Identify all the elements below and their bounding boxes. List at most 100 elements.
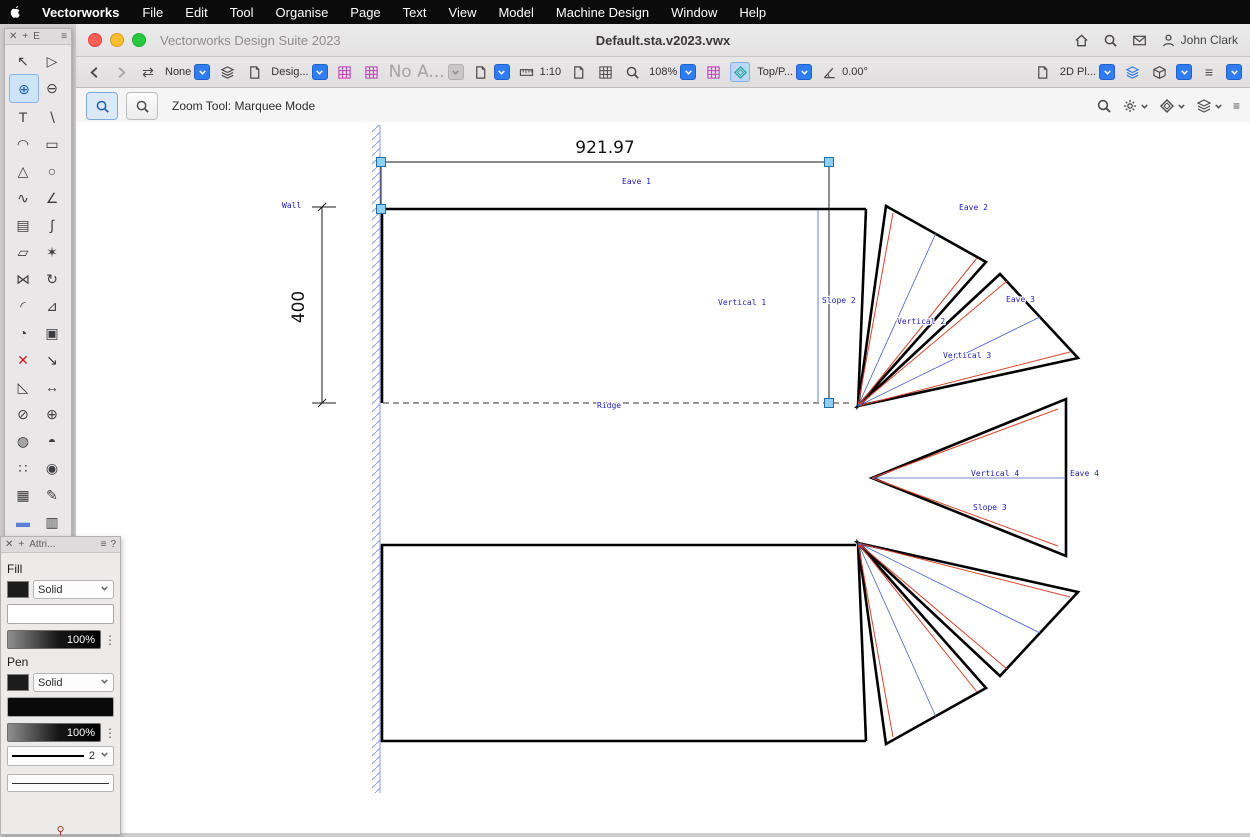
chevron-down-icon[interactable]: [680, 64, 696, 80]
home-icon[interactable]: [1074, 33, 1089, 48]
label-wall[interactable]: Wall: [282, 201, 301, 210]
pen-opacity-options-icon[interactable]: ⋮: [104, 726, 114, 740]
construction-lines[interactable]: [818, 210, 1066, 717]
clip-tool[interactable]: ⊘: [9, 400, 37, 427]
wall-line[interactable]: [372, 125, 380, 793]
polyline-tool[interactable]: ∠: [38, 184, 66, 211]
height-dimension[interactable]: [312, 203, 336, 407]
label-vertical2[interactable]: Vertical 2: [897, 317, 945, 326]
layer-options-button[interactable]: [244, 62, 264, 82]
apple-menu[interactable]: [0, 5, 30, 19]
viewport-selector[interactable]: [471, 62, 510, 82]
menu-item[interactable]: Text: [392, 5, 438, 20]
drawing-canvas[interactable]: 921.97 400 Eave 1 Wall Vertical 1 Slope …: [76, 122, 1250, 833]
spline-tool[interactable]: ∫: [38, 211, 66, 238]
zoom-window-button[interactable]: [132, 33, 146, 47]
move-tool[interactable]: ↘: [38, 346, 66, 373]
palette-menu-icon[interactable]: ≡: [61, 31, 67, 42]
mail-icon[interactable]: [1132, 33, 1147, 48]
texture-options-control[interactable]: [1159, 98, 1186, 114]
pen-color-well[interactable]: [7, 697, 114, 717]
selection-handle[interactable]: [825, 399, 834, 408]
navigation-cube-button[interactable]: [1149, 62, 1169, 82]
unified-view-button[interactable]: [730, 62, 750, 82]
fill-opacity-slider[interactable]: 100%: [7, 630, 101, 649]
chevron-down-icon[interactable]: [796, 64, 812, 80]
plan-rotation-button[interactable]: [703, 62, 723, 82]
attribute-selector[interactable]: No A...: [389, 62, 464, 82]
viewport-button[interactable]: [471, 62, 491, 82]
move-icon[interactable]: +: [18, 539, 24, 550]
gable-panel-outline[interactable]: [872, 399, 1066, 556]
sphere-tool[interactable]: ◉: [38, 454, 66, 481]
rectangle-tool[interactable]: ▭: [38, 130, 66, 157]
dimension-height-text[interactable]: 400: [289, 291, 309, 323]
chevron-down-icon[interactable]: [448, 64, 464, 80]
label-ridge[interactable]: Ridge: [597, 401, 621, 410]
minimize-window-button[interactable]: [110, 33, 124, 47]
protractor-tool[interactable]: ◺: [9, 373, 37, 400]
selection-handle[interactable]: [377, 205, 386, 214]
slab-tool[interactable]: ▬: [9, 508, 37, 535]
chevron-down-icon[interactable]: [1099, 64, 1115, 80]
menu-item[interactable]: Tool: [219, 5, 265, 20]
fill-style-dropdown[interactable]: Solid: [33, 580, 114, 599]
class-selector[interactable]: None: [165, 64, 210, 80]
center-point-tool[interactable]: ⊕: [38, 400, 66, 427]
label-eave3[interactable]: Eave 3: [1006, 295, 1035, 304]
selection-wand-tool[interactable]: ✶: [38, 238, 66, 265]
fill-color-well[interactable]: [7, 604, 114, 624]
move-icon[interactable]: +: [22, 31, 28, 42]
pan-zoom-mode-button[interactable]: [126, 92, 158, 120]
chevron-down-icon[interactable]: [194, 64, 210, 80]
polygon-tool[interactable]: △: [9, 157, 37, 184]
fold-lines[interactable]: [858, 213, 1070, 737]
globe-tool[interactable]: ◍: [9, 427, 37, 454]
fill-opacity-options-icon[interactable]: ⋮: [104, 633, 114, 647]
chevron-down-icon[interactable]: [1226, 64, 1242, 80]
fillet-tool[interactable]: ◜: [9, 292, 37, 319]
menu-item-app[interactable]: Vectorworks: [30, 5, 131, 20]
space-styles-button[interactable]: [362, 62, 382, 82]
fit-to-objects-button[interactable]: [595, 62, 615, 82]
dome-tool[interactable]: ◓: [38, 427, 66, 454]
rotation-angle-control[interactable]: 0.00°: [819, 62, 868, 82]
selection-tool[interactable]: ↖: [9, 47, 37, 74]
line-style-control[interactable]: [7, 774, 114, 792]
design-layer-selector[interactable]: Desig...: [271, 64, 327, 80]
drawing-area[interactable]: 921.97 400 Eave 1 Wall Vertical 1 Slope …: [76, 122, 1250, 833]
label-vertical1[interactable]: Vertical 1: [718, 298, 766, 307]
line-weight-control[interactable]: 2: [7, 746, 114, 766]
menu-item[interactable]: File: [131, 5, 174, 20]
help-icon[interactable]: ?: [110, 539, 116, 550]
layer-scale-control[interactable]: 1:10: [517, 62, 561, 82]
arc-tool[interactable]: ◠: [9, 130, 37, 157]
close-icon[interactable]: ✕: [5, 539, 13, 550]
lower-roof-outline[interactable]: [382, 543, 1078, 744]
chevron-down-icon[interactable]: [494, 64, 510, 80]
design-layers-button[interactable]: [217, 62, 237, 82]
view-selector[interactable]: Top/P...: [757, 64, 812, 80]
menu-item[interactable]: Machine Design: [545, 5, 660, 20]
freehand-tool[interactable]: ∿: [9, 184, 37, 211]
close-window-button[interactable]: [88, 33, 102, 47]
back-button[interactable]: [84, 62, 104, 82]
text-tool[interactable]: T: [9, 103, 37, 130]
solid-tool[interactable]: ▣: [38, 319, 66, 346]
dimension-width-text[interactable]: 921.97: [575, 138, 634, 158]
circle-tool[interactable]: ○: [38, 157, 66, 184]
delete-tool[interactable]: ✕: [9, 346, 37, 373]
offset-tool[interactable]: ⊿: [38, 292, 66, 319]
active-plane-button[interactable]: [1033, 62, 1053, 82]
toolbar-menu-button[interactable]: ≡: [1199, 62, 1219, 82]
zoom-tool[interactable]: ⊕: [9, 74, 39, 103]
label-slope3[interactable]: Slope 3: [973, 503, 1007, 512]
menu-item[interactable]: Edit: [174, 5, 218, 20]
selection-handle[interactable]: [825, 158, 834, 167]
palette-menu-icon[interactable]: ≡: [101, 539, 107, 550]
grid-tool[interactable]: ∷: [9, 454, 37, 481]
chevron-down-icon[interactable]: [312, 64, 328, 80]
menu-item[interactable]: Window: [660, 5, 728, 20]
page-setup-button[interactable]: [568, 62, 588, 82]
direct-selection-tool[interactable]: ▷: [38, 47, 66, 74]
